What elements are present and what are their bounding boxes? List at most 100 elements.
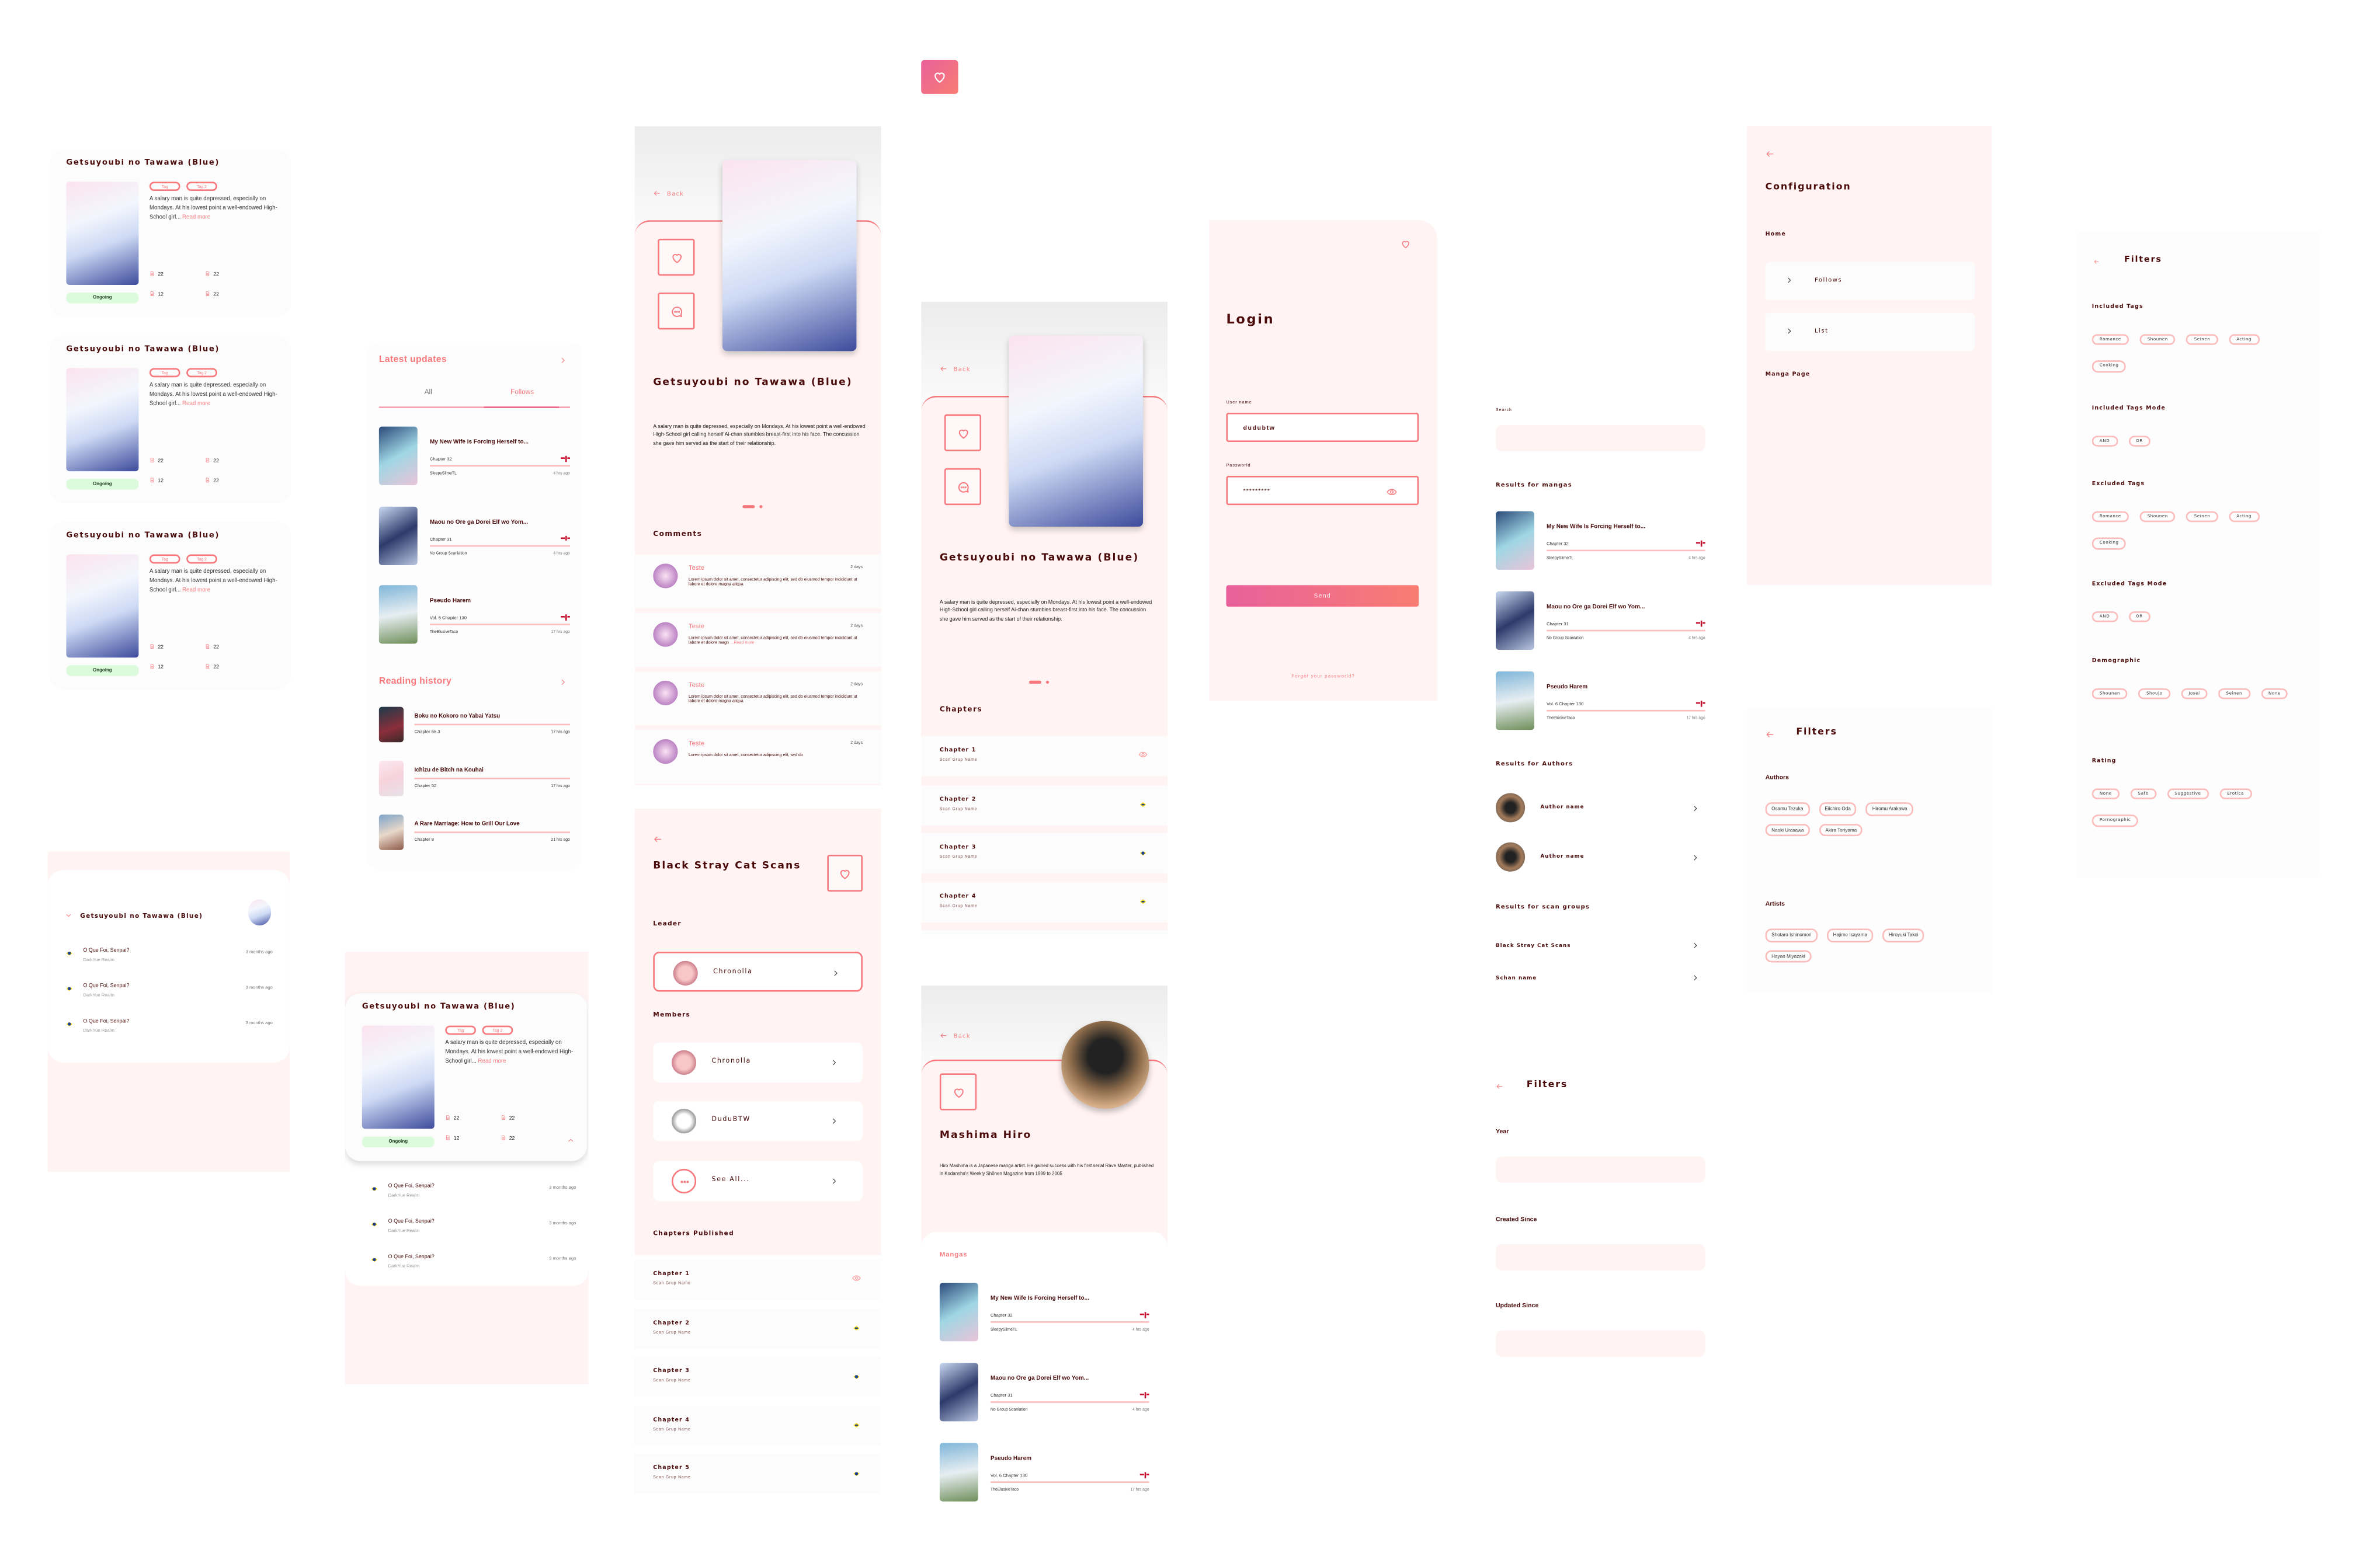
arrow-left-icon[interactable] [1766,730,1775,739]
read-more-link[interactable]: Read more [182,586,210,593]
commenter-avatar[interactable] [653,622,678,647]
back-button[interactable]: Back [653,189,684,197]
filter-chip[interactable]: Hiromu Arakawa [1866,802,1914,816]
date-filter-input[interactable] [1496,1330,1705,1357]
manga-cover[interactable] [939,1443,978,1502]
chapter-row[interactable]: Chapter 2 Scan Grup Name [634,1308,881,1349]
member-row[interactable]: See All... [653,1161,863,1202]
back-button[interactable]: Back [940,365,971,373]
arrow-left-icon[interactable] [2092,259,2101,265]
manga-cover[interactable] [1496,591,1534,650]
comments-button[interactable] [944,468,982,506]
tag-chip[interactable]: Tag [149,182,180,190]
filter-chip[interactable]: Romance [2091,334,2129,346]
read-more-link[interactable]: ...Read more [731,641,755,646]
manga-card[interactable]: Getsuyoubi no Tawawa (Blue) Tag Tag 2 A sal… [49,149,291,318]
filter-chip[interactable]: Shounen [2139,511,2176,523]
group-result-row[interactable]: Schan name [1496,975,1705,987]
send-button[interactable]: Send [1226,585,1419,607]
filter-chip[interactable]: Seinen [2218,688,2250,700]
tag-chip[interactable]: Tag 2 [186,368,217,377]
manga-cover[interactable] [378,814,404,850]
author-result-row[interactable]: Author name [1496,842,1705,873]
commenter-avatar[interactable] [653,680,678,705]
manga-cover[interactable] [66,554,139,658]
manga-row[interactable]: Pseudo Harem Vol. 6 Chapter 130 TheElusive… [1496,671,1705,733]
read-more-link[interactable]: Read more [478,1057,506,1064]
config-item[interactable]: List [1765,312,1975,351]
manga-cover[interactable] [66,182,139,285]
chapter-feed-row[interactable]: O Que Foi, Senpai? DarkYue Realm 3 months … [65,983,273,1004]
member-row[interactable]: Chronolla [653,1042,863,1083]
chapter-row[interactable]: Chapter 5Scan Grup Name [921,930,1168,935]
filter-chip[interactable]: Naoki Urasawa [1765,823,1811,837]
password-input[interactable]: ********* [1226,475,1419,506]
manga-cover[interactable] [939,1363,978,1422]
filter-chip[interactable]: Cooking [2091,538,2127,550]
manga-row[interactable]: My New Wife Is Forcing Herself to... Chap… [1496,511,1705,573]
tab-all[interactable]: All [413,388,444,396]
manga-row[interactable]: Maou no Ore ga Dorei Elf wo Yom... Chapte… [378,506,570,568]
manga-row[interactable]: Pseudo Harem Vol. 6 Chapter 130 TheElusive… [378,585,570,647]
author-result-row[interactable]: Author name [1496,793,1705,824]
manga-cover[interactable] [66,368,139,472]
filter-chip[interactable]: Acting [2229,334,2260,346]
filter-chip[interactable]: OR [2128,436,2150,447]
filter-chip[interactable]: Suggestive [2167,788,2209,800]
manga-cover[interactable] [939,1283,978,1342]
filter-chip[interactable]: Romance [2091,511,2129,523]
eye-icon[interactable] [1138,750,1148,759]
filter-chip[interactable]: Shoujo [2138,688,2170,700]
eye-icon[interactable] [852,1273,861,1283]
read-more-link[interactable]: Read more [182,400,210,406]
eye-icon[interactable] [1387,486,1397,497]
filter-chip[interactable]: Hajime Isayama [1826,928,1874,942]
username-input[interactable]: dudubtw [1226,412,1419,442]
filter-chip[interactable]: Seinen [2186,511,2218,523]
chapter-feed-row[interactable]: O Que Foi, Senpai? DarkYue Realm 3 months … [370,1218,576,1240]
tag-chip[interactable]: Tag 2 [186,182,217,190]
chapter-feed-row[interactable]: O Que Foi, Senpai? DarkYue Realm 3 months … [370,1254,576,1275]
manga-row[interactable]: My New Wife Is Forcing Herself to... Chap… [939,1283,1149,1345]
chevron-up-icon[interactable] [567,1136,575,1144]
filter-chip[interactable]: Erotica [2219,788,2252,800]
comments-button[interactable] [658,293,695,330]
commenter-avatar[interactable] [653,739,678,764]
manga-row[interactable]: Maou no Ore ga Dorei Elf wo Yom... Chapte… [1496,591,1705,653]
history-row[interactable]: Ichizu de Bitch na Kouhai Chapter 52 17 hr… [378,760,570,799]
commenter-avatar[interactable] [653,563,678,589]
chapter-row[interactable]: Chapter 2 Scan Grup Name [921,784,1168,825]
tab-follows[interactable]: Follows [499,388,546,396]
member-row[interactable]: Chronolla [653,951,863,992]
manga-row[interactable]: Pseudo Harem Vol. 6 Chapter 130 TheElusive… [939,1443,1149,1505]
manga-card[interactable]: Getsuyoubi no Tawawa (Blue) Tag Tag 2 A sal… [49,522,291,690]
filter-chip[interactable]: None [2260,688,2288,700]
filter-chip[interactable]: AND [2091,611,2118,623]
manga-card[interactable]: Getsuyoubi no Tawawa (Blue) Tag Tag 2 A sal… [345,993,587,1161]
chapter-row[interactable]: Chapter 4 Scan Grup Name [921,881,1168,922]
forgot-password-link[interactable]: Forgot your passworld? [1209,673,1437,680]
filter-chip[interactable]: Hayao Miyazaki [1765,949,1812,963]
config-item[interactable]: Follows [1765,262,1975,301]
tag-chip[interactable]: Tag 2 [186,554,217,563]
filter-chip[interactable]: OR [2128,611,2150,623]
manga-cover[interactable] [1496,511,1534,570]
search-input[interactable] [1496,424,1705,451]
filter-chip[interactable]: Akira Toriyama [1819,823,1863,837]
carousel-dot-active[interactable] [1029,680,1041,684]
chapter-row[interactable]: Chapter 3 Scan Grup Name [634,1356,881,1397]
filter-chip[interactable]: None [2091,788,2120,800]
tag-chip[interactable]: Tag [149,368,180,377]
chapter-feed-row[interactable]: O Que Foi, Senpai? DarkYue Realm 3 months … [65,1018,273,1039]
filter-chip[interactable]: AND [2091,436,2118,447]
filter-chip[interactable]: Shounen [2091,688,2128,700]
manga-card[interactable]: Getsuyoubi no Tawawa (Blue) Tag Tag 2 A sal… [49,335,291,504]
manga-avatar[interactable] [248,899,272,926]
filter-chip[interactable]: Cooking [2091,361,2127,373]
filter-chip[interactable]: Safe [2130,788,2156,800]
follow-group-button[interactable] [827,854,863,892]
filter-chip[interactable]: Seinen [2186,334,2218,346]
filter-chip[interactable]: Pornographic [2091,815,2139,827]
group-result-row[interactable]: Black Stray Cat Scans [1496,942,1705,955]
tag-chip[interactable]: Tag [149,554,180,563]
